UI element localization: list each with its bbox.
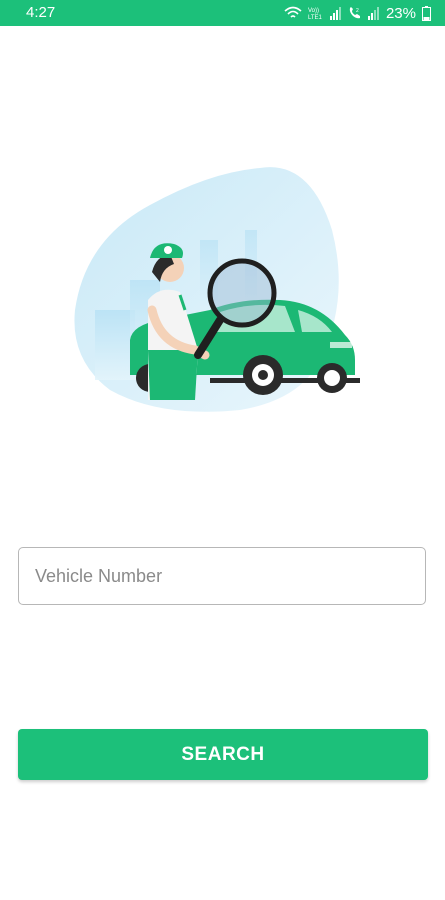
status-time: 4:27 [26,4,56,21]
volte-lte1-icon: Vo)) LTE1 [308,6,324,20]
signal-icon [329,6,342,20]
vehicle-number-input[interactable] [18,547,426,605]
status-icons: Vo)) LTE1 2 23% [284,3,431,23]
signal-icon-2 [367,6,380,20]
battery-percentage: 23% [385,4,416,22]
wifi-icon [284,6,302,20]
volte-call-icon: 2 [348,6,362,20]
battery-icon [422,5,431,21]
vehicle-search-illustration [70,160,370,420]
svg-text:Vo)): Vo)) [308,8,319,14]
svg-text:LTE1: LTE1 [308,15,323,20]
svg-text:2: 2 [356,8,359,14]
status-bar: 4:27 Vo)) LTE1 2 23% [0,0,445,26]
search-button[interactable]: SEARCH [18,729,428,780]
